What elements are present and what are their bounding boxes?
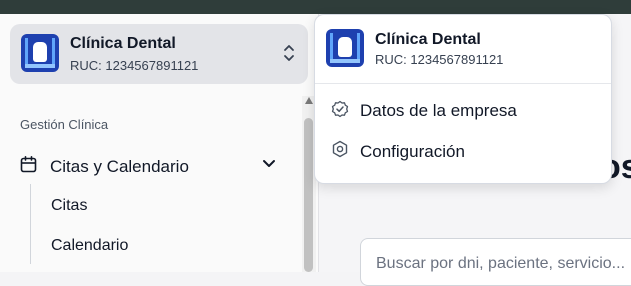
section-label: Gestión Clínica: [20, 117, 109, 132]
company-dropdown-menu: Clínica Dental RUC: 1234567891121 Datos …: [314, 14, 612, 184]
clinic-logo: [326, 29, 364, 67]
dropdown-company-ruc: RUC: 1234567891121: [375, 52, 504, 67]
clinic-logo: [21, 34, 59, 72]
menu-item-label: Datos de la empresa: [360, 101, 517, 120]
sidebar-item-citas[interactable]: Citas: [51, 197, 87, 215]
search-box[interactable]: [360, 238, 631, 286]
badge-check-icon: [331, 100, 349, 118]
tree-line: [30, 184, 31, 264]
scroll-up-arrow-icon[interactable]: [305, 97, 313, 104]
settings-icon: [332, 140, 348, 158]
company-name: Clínica Dental: [70, 35, 176, 52]
company-ruc: RUC: 1234567891121: [70, 58, 199, 73]
dropdown-company-name: Clínica Dental: [375, 31, 481, 48]
nav-group-label: Citas y Calendario: [50, 157, 189, 176]
calendar-icon: [20, 156, 37, 173]
chevron-down-icon[interactable]: [262, 158, 276, 170]
scrollbar-thumb[interactable]: [304, 118, 313, 272]
dropdown-separator: [315, 83, 611, 84]
search-input[interactable]: [376, 255, 631, 273]
chevrons-up-down-icon[interactable]: [283, 44, 295, 62]
top-bar: [0, 0, 631, 14]
sidebar-item-calendario[interactable]: Calendario: [51, 237, 128, 255]
menu-item-label: Configuración: [360, 142, 465, 161]
